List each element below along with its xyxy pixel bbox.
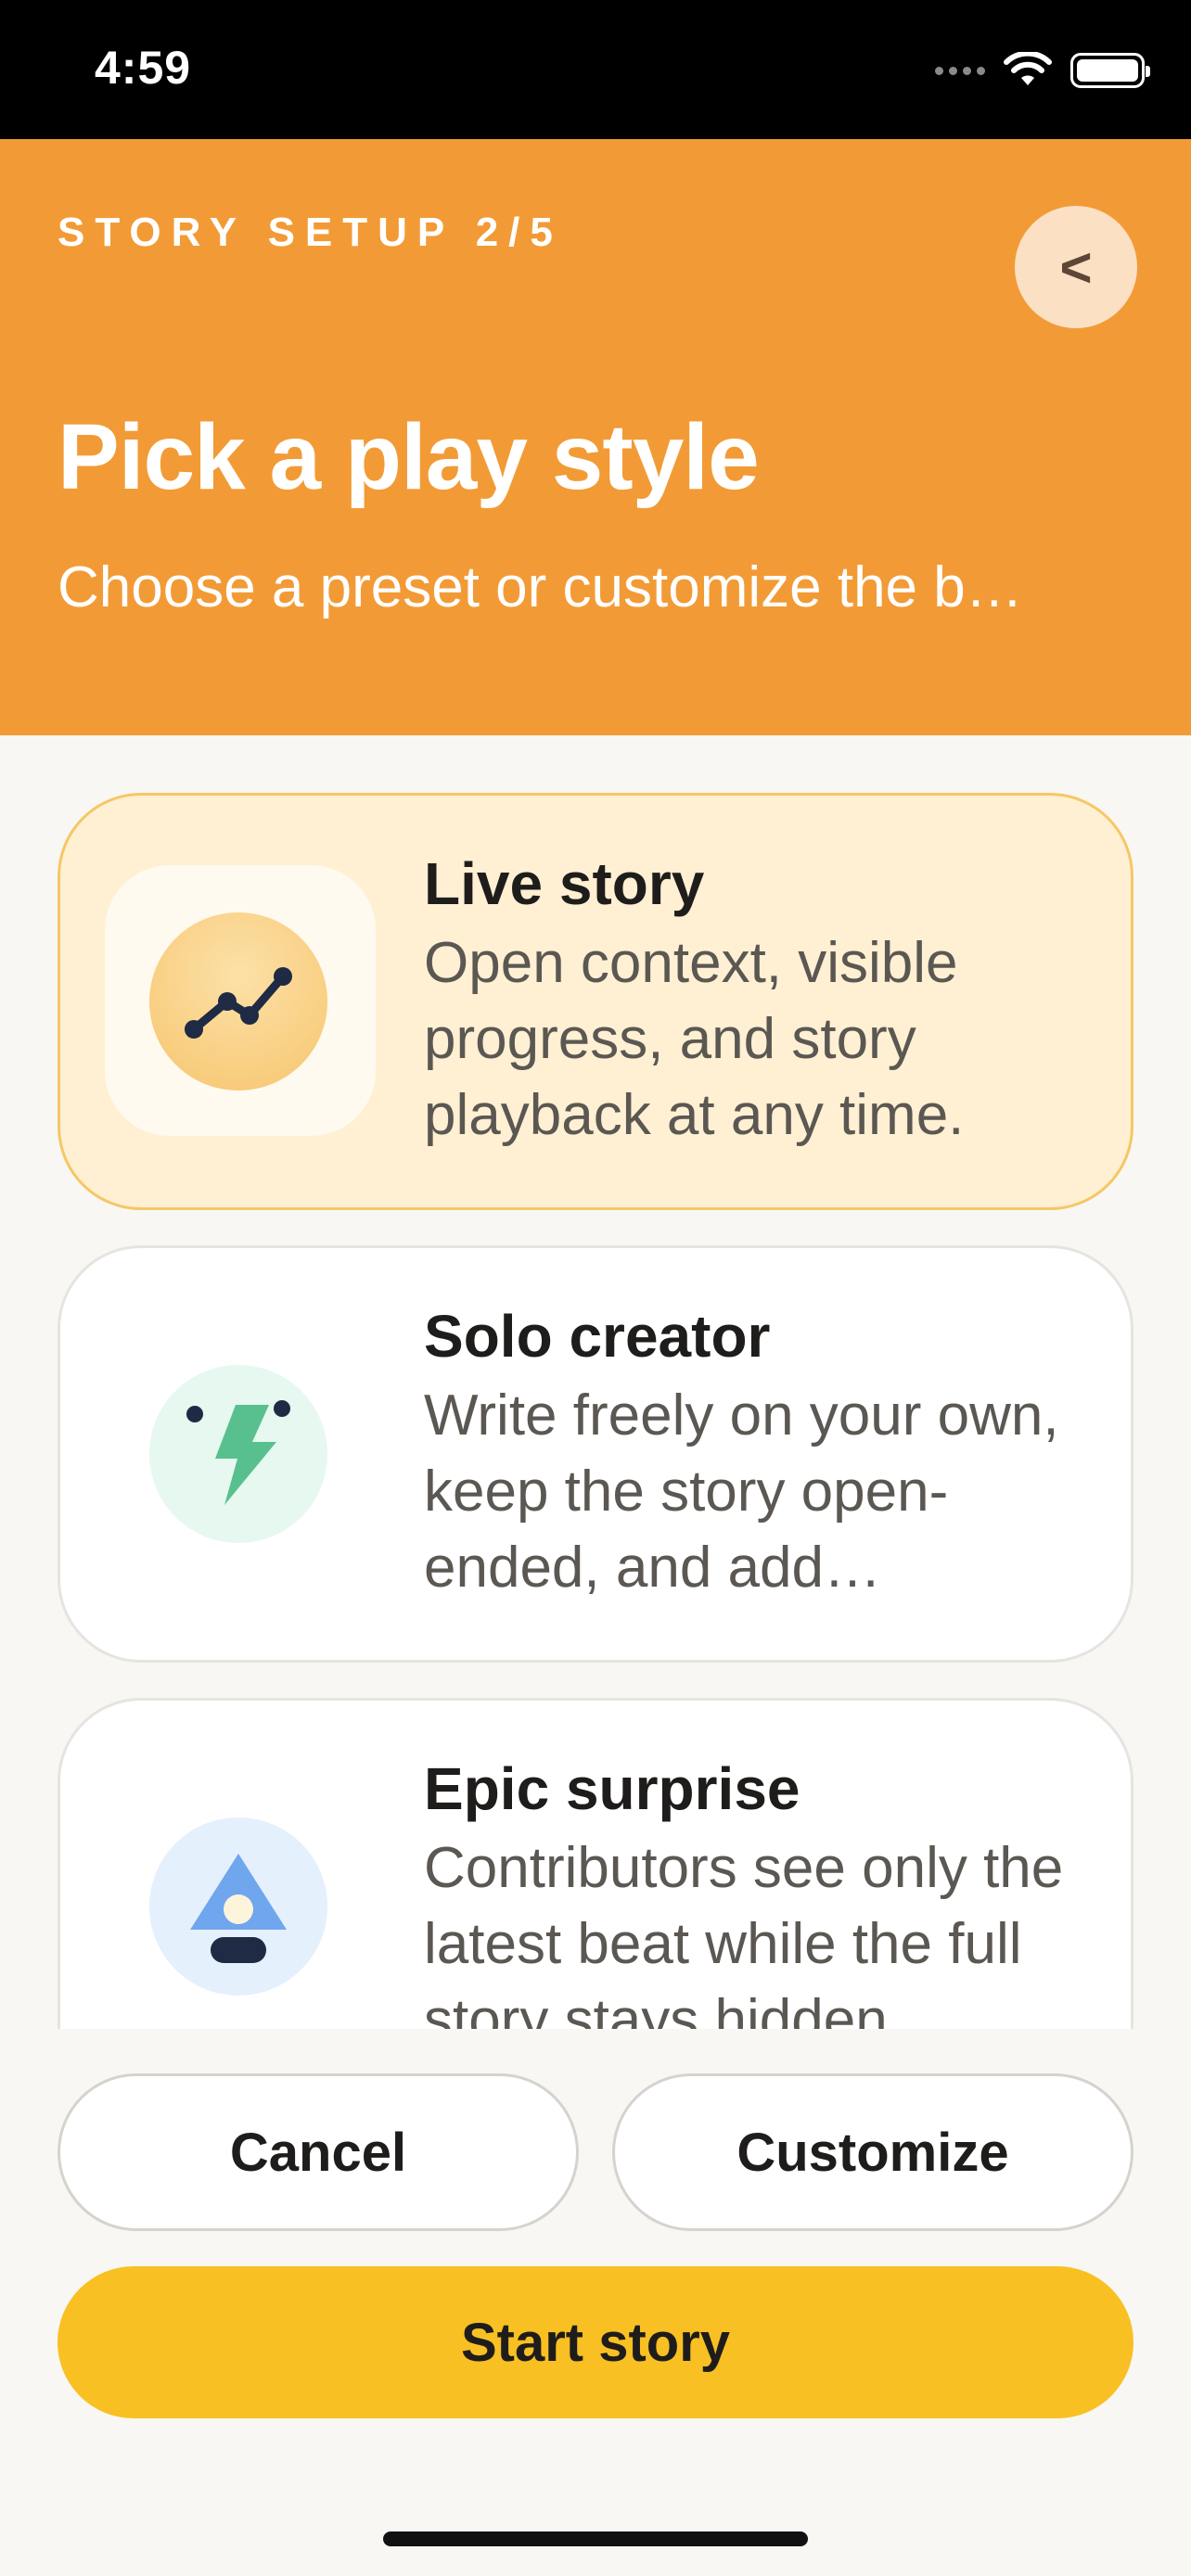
option-card-solo-creator[interactable]: Solo creator Write freely on your own, k… <box>58 1245 1133 1663</box>
option-title: Epic surprise <box>424 1755 800 1822</box>
lamp-icon <box>149 1817 327 1996</box>
trend-line-icon <box>149 912 327 1090</box>
status-bar: 4:59 <box>0 0 1191 139</box>
cancel-button[interactable]: Cancel <box>58 2073 579 2231</box>
home-indicator[interactable] <box>383 2531 808 2546</box>
signal-icon <box>935 66 985 75</box>
battery-icon <box>1070 53 1150 88</box>
step-indicator: STORY SETUP 2/5 <box>58 210 563 255</box>
customize-button[interactable]: Customize <box>612 2073 1133 2231</box>
option-description: Write freely on your own, keep the story… <box>424 1384 1059 1600</box>
header: STORY SETUP 2/5 < Pick a play style Choo… <box>0 139 1191 735</box>
option-description: Contributors see only the latest beat wh… <box>424 1836 1064 2029</box>
option-title: Live story <box>424 850 705 917</box>
back-button[interactable]: < <box>1015 206 1137 328</box>
lightning-bolt-icon <box>149 1365 327 1543</box>
option-title: Solo creator <box>424 1303 771 1370</box>
status-time: 4:59 <box>95 42 192 94</box>
status-icons <box>935 52 1150 89</box>
start-story-button[interactable]: Start story <box>58 2266 1133 2418</box>
option-description: Open context, visible progress, and stor… <box>424 931 965 1147</box>
option-card-epic-surprise[interactable]: Epic surprise Contributors see only the … <box>58 1698 1133 2029</box>
wifi-icon <box>1004 52 1052 85</box>
option-card-live-story[interactable]: Live story Open context, visible progres… <box>58 793 1133 1210</box>
page-subtitle: Choose a preset or customize the b… <box>58 555 1023 619</box>
page-title: Pick a play style <box>58 405 760 509</box>
play-style-list[interactable]: Live story Open context, visible progres… <box>0 735 1191 2029</box>
